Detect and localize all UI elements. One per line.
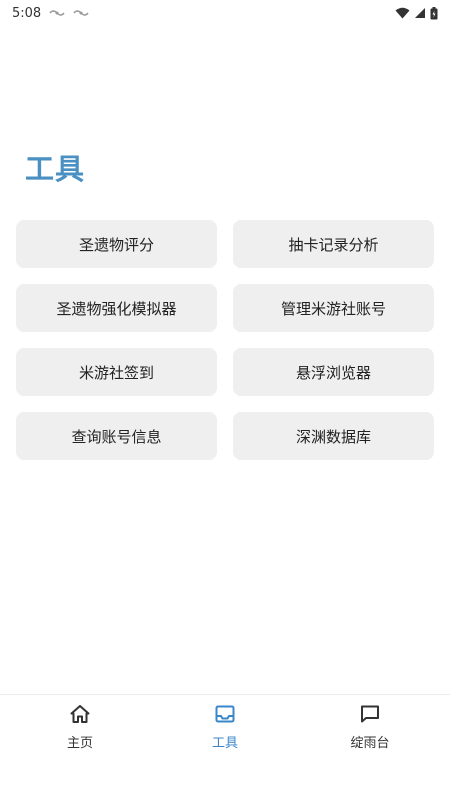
- nav-item-home[interactable]: 主页: [40, 705, 120, 751]
- inbox-icon: [215, 705, 235, 727]
- page-title: 工具: [25, 152, 86, 186]
- signal-icon: [414, 7, 426, 19]
- notification-icon-2: [73, 8, 89, 18]
- floating-browser-button[interactable]: 悬浮浏览器: [233, 348, 434, 396]
- miyoushe-signin-button[interactable]: 米游社签到: [16, 348, 217, 396]
- nav-label-chat: 绽雨台: [350, 736, 390, 751]
- status-time: 5:08: [12, 5, 42, 21]
- gacha-record-analysis-button[interactable]: 抽卡记录分析: [233, 220, 434, 268]
- artifact-score-button[interactable]: 圣遗物评分: [16, 220, 217, 268]
- battery-icon: [430, 6, 438, 20]
- nav-item-tools[interactable]: 工具: [185, 705, 265, 751]
- chat-icon: [360, 705, 380, 727]
- status-bar: 5:08: [0, 0, 450, 26]
- nav-label-home: 主页: [66, 736, 93, 751]
- tool-grid: 圣遗物评分 抽卡记录分析 圣遗物强化模拟器 管理米游社账号 米游社签到 悬浮浏览…: [16, 220, 434, 460]
- manage-miyoushe-accounts-button[interactable]: 管理米游社账号: [233, 284, 434, 332]
- bottom-nav: 主页 工具 绽雨台: [0, 694, 450, 800]
- abyss-database-button[interactable]: 深渊数据库: [233, 412, 434, 460]
- wifi-icon: [395, 7, 410, 19]
- home-icon: [70, 705, 90, 727]
- status-left: 5:08: [12, 6, 89, 21]
- nav-label-tools: 工具: [211, 736, 238, 751]
- query-account-info-button[interactable]: 查询账号信息: [16, 412, 217, 460]
- artifact-enhance-simulator-button[interactable]: 圣遗物强化模拟器: [16, 284, 217, 332]
- status-right: [395, 6, 438, 20]
- notification-icon: [49, 8, 65, 18]
- nav-item-chat[interactable]: 绽雨台: [330, 705, 410, 751]
